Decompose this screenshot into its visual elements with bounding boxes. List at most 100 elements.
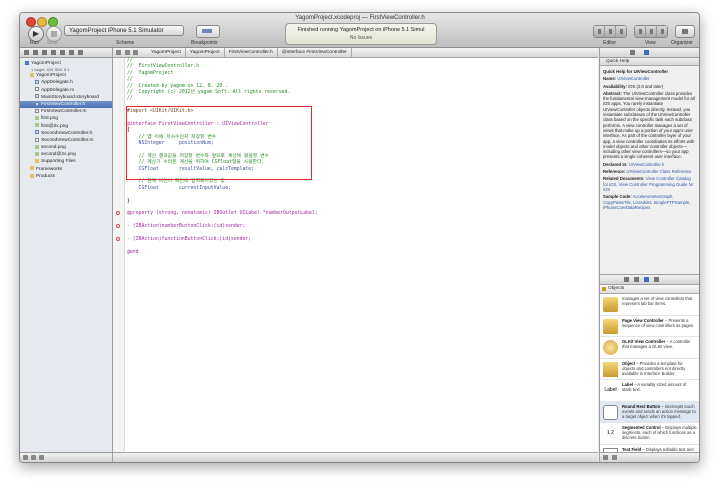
- navigator-item-label: FirstViewController.h: [41, 101, 86, 107]
- library-item-icon: [603, 361, 618, 377]
- recent-files-icon[interactable]: [39, 455, 44, 460]
- library-item-icon: [603, 340, 618, 355]
- navigator-item[interactable]: FirstViewController.m: [20, 108, 112, 115]
- add-icon[interactable]: [23, 455, 28, 460]
- library-item[interactable]: Round Rect Button – Intercepts touch eve…: [600, 401, 699, 423]
- navigator-item-label: first.png: [41, 116, 59, 122]
- library-item[interactable]: GLKit View Controller – A controller tha…: [600, 337, 699, 359]
- view-toggle-control[interactable]: [634, 25, 668, 38]
- connection-circle-icon[interactable]: [116, 237, 120, 241]
- view-mode-icon[interactable]: [603, 455, 608, 460]
- search-navigator-icon[interactable]: [42, 50, 47, 55]
- object-library-icon[interactable]: [644, 277, 649, 282]
- image-file-icon: [35, 116, 39, 121]
- navigator-item-label: second.png: [41, 145, 66, 151]
- library-filter-bar: [600, 452, 699, 462]
- navigator-item-label: Frameworks: [36, 166, 63, 172]
- folder-icon: [30, 72, 34, 77]
- navigator-item[interactable]: MainStoryboard.storyboard: [20, 94, 112, 101]
- library-item[interactable]: Label Label – A variably sized amount of …: [600, 380, 699, 402]
- library-selector[interactable]: Objects: [600, 285, 699, 294]
- quick-help-header[interactable]: Quick Help: [600, 58, 699, 66]
- navigator-item[interactable]: YagomProject: [20, 60, 112, 67]
- jump-bar: YagomProject YagomProject FirstViewControl…: [113, 48, 598, 58]
- navigator-filter-bar: [20, 452, 112, 462]
- organizer-button[interactable]: [675, 25, 695, 38]
- breadcrumb-item[interactable]: YagomProject: [151, 48, 186, 57]
- source-editor[interactable]: YagomProject YagomProject FirstViewControl…: [113, 48, 598, 462]
- qh-related-label: Related Documents:: [603, 176, 645, 182]
- library-item-text: manages a set of view controllers that r…: [622, 296, 697, 313]
- organizer-label: Organizer: [671, 40, 693, 46]
- related-files-icon[interactable]: [116, 50, 121, 55]
- issues-status: No Issues: [349, 35, 373, 41]
- scheme-selector[interactable]: YagomProject iPhone 5.1 Simulator: [64, 25, 184, 36]
- navigator-item[interactable]: first.png: [20, 115, 112, 122]
- breadcrumb-item[interactable]: @interface FirstViewController: [282, 48, 352, 57]
- filter-icon[interactable]: [31, 455, 36, 460]
- inspector-tabs: [600, 48, 699, 58]
- navigator-item[interactable]: first@2x.png: [20, 123, 112, 130]
- breakpoint-navigator-icon[interactable]: [69, 50, 74, 55]
- breakpoints-button[interactable]: [196, 25, 220, 38]
- line-gutter[interactable]: [113, 58, 125, 453]
- forward-icon[interactable]: [133, 50, 138, 55]
- navigator-item-label: AppDelegate.h: [41, 80, 73, 86]
- navigator-item[interactable]: AppDelegate.h: [20, 79, 112, 86]
- navigator-item[interactable]: SecondViewController.m: [20, 137, 112, 144]
- qh-availability-label: Availability:: [603, 83, 627, 89]
- library-item[interactable]: manages a set of view controllers that r…: [600, 294, 699, 316]
- file-template-icon[interactable]: [624, 277, 629, 282]
- navigator-item[interactable]: Frameworks: [20, 166, 112, 173]
- qh-declared-value[interactable]: UIViewController.h: [629, 162, 665, 167]
- scheme-label: Scheme: [116, 40, 135, 46]
- header-file-icon: [35, 80, 39, 85]
- navigator-item[interactable]: second.png: [20, 144, 112, 151]
- library-item-desc: manages a set of view controllers that r…: [622, 296, 693, 306]
- issue-navigator-icon[interactable]: [51, 50, 56, 55]
- project-icon: [25, 60, 29, 65]
- qh-name-value[interactable]: UIViewController: [617, 76, 649, 81]
- file-inspector-icon[interactable]: [630, 50, 635, 55]
- qh-title-value: UIViewController: [633, 69, 669, 74]
- library-item[interactable]: 1 2 Segmented Control – Displays multiple…: [600, 423, 699, 445]
- navigator-item-label: SecondViewController.h: [41, 130, 93, 136]
- project-navigator-icon[interactable]: [24, 50, 29, 55]
- navigator-item[interactable]: second@2x.png: [20, 151, 112, 158]
- navigator-item[interactable]: YagomProject: [20, 72, 112, 79]
- breadcrumb-item[interactable]: YagomProject: [190, 48, 225, 57]
- folder-icon: [30, 173, 34, 178]
- breadcrumb-item[interactable]: FirstViewController.h: [229, 48, 278, 57]
- breakpoints-label: Breakpoints: [191, 40, 218, 46]
- editor-mode-control[interactable]: [593, 25, 627, 38]
- log-navigator-icon[interactable]: [78, 50, 83, 55]
- library-item[interactable]: Page View Controller – Presents a sequen…: [600, 316, 699, 337]
- connection-circle-icon[interactable]: [116, 224, 120, 228]
- navigator-item[interactable]: Products: [20, 173, 112, 180]
- library-item[interactable]: Object – Provides a template for objects…: [600, 359, 699, 380]
- navigator-item-label: YagomProject: [31, 61, 61, 66]
- stop-label: Stop: [47, 40, 58, 46]
- code-line: @end: [127, 249, 139, 255]
- storyboard-icon: [35, 94, 39, 99]
- debug-bar: [113, 452, 598, 462]
- editor-label: Editor: [603, 40, 617, 46]
- media-library-icon[interactable]: [654, 277, 659, 282]
- navigator-item[interactable]: Supporting Files: [20, 158, 112, 165]
- qh-reference-value[interactable]: UIViewController Class Reference: [626, 169, 691, 174]
- connection-circle-icon[interactable]: [116, 211, 120, 215]
- header-file-icon: [35, 101, 39, 106]
- debug-navigator-icon[interactable]: [60, 50, 65, 55]
- symbol-navigator-icon[interactable]: [33, 50, 38, 55]
- image-file-icon: [35, 144, 39, 149]
- navigator-item[interactable]: SecondViewController.h: [20, 130, 112, 137]
- quick-help-icon[interactable]: [644, 50, 649, 55]
- code-snippet-icon[interactable]: [634, 277, 639, 282]
- back-icon[interactable]: [125, 50, 130, 55]
- run-label: Run: [30, 40, 40, 46]
- navigator-item[interactable]: AppDelegate.m: [20, 87, 112, 94]
- search-icon[interactable]: [612, 455, 617, 460]
- qh-title-label: Quick Help for: [603, 69, 633, 74]
- library-tabs: [600, 274, 699, 285]
- navigator-item[interactable]: FirstViewController.h: [20, 100, 112, 109]
